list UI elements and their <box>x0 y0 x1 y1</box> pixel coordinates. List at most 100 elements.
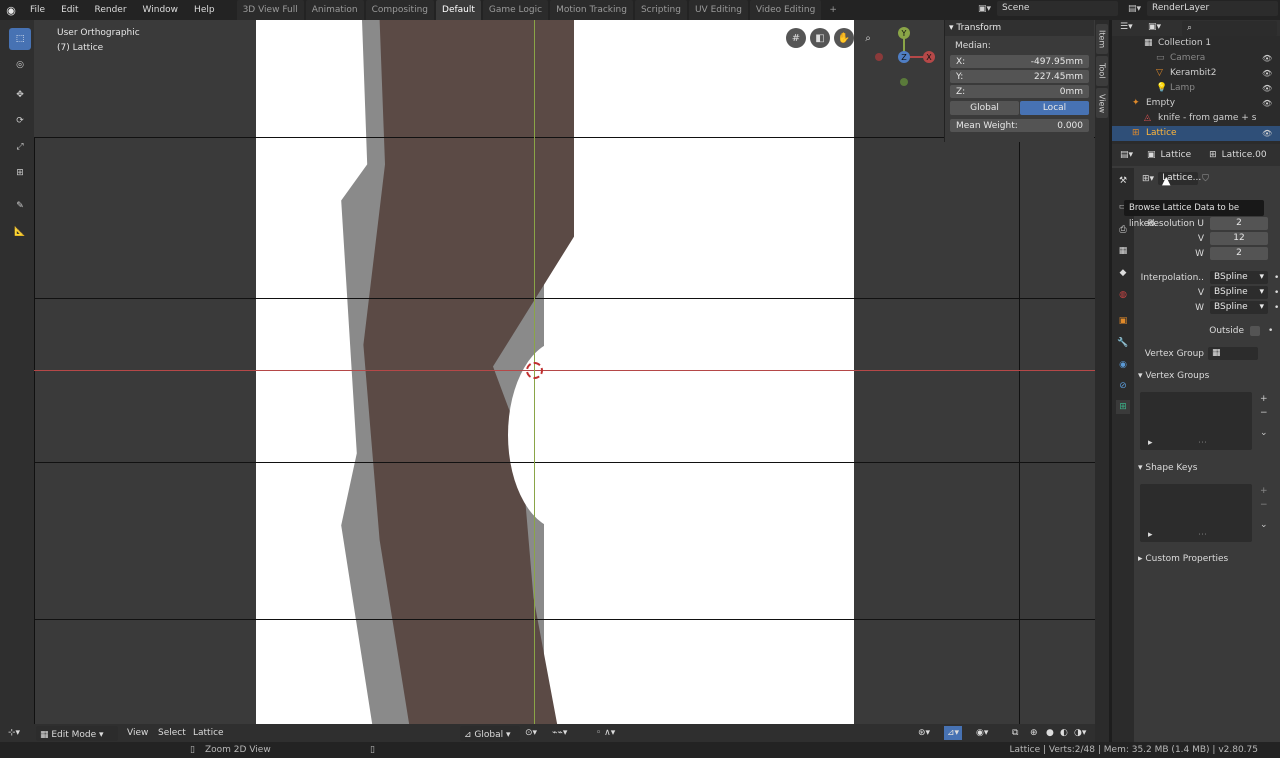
tab-item[interactable]: Item <box>1096 24 1108 54</box>
vertex-groups-list[interactable]: ▸ ⋯ <box>1140 392 1252 450</box>
menu-lattice[interactable]: Lattice <box>193 724 224 742</box>
data-name[interactable]: Lattice.00 <box>1222 150 1267 160</box>
menu-help[interactable]: Help <box>186 0 223 20</box>
outside-checkbox[interactable] <box>1250 325 1260 336</box>
vertex-groups-panel-header[interactable]: ▾ Vertex Groups <box>1138 367 1280 385</box>
shape-keys-list[interactable]: ▸ ⋯ <box>1140 484 1252 542</box>
navigation-gizmo[interactable]: Y X Z <box>872 26 942 90</box>
scene-name[interactable]: Scene <box>997 1 1118 16</box>
visibility-eye-icon[interactable]: 👁 <box>1262 96 1272 111</box>
visibility-eye-icon[interactable]: 👁 <box>1262 81 1272 96</box>
shading-material-icon[interactable]: ◐ <box>1060 724 1068 742</box>
interpolation-w-select[interactable]: BSpline ▾ <box>1210 301 1268 314</box>
outliner-row[interactable]: ◬ knife - from game + s <box>1112 111 1280 126</box>
tab-motion-tracking[interactable]: Motion Tracking <box>550 0 633 20</box>
add-vertex-group-button[interactable]: + <box>1260 392 1268 406</box>
interpolation-v-select[interactable]: BSpline ▾ <box>1210 286 1268 299</box>
editor-type-icon[interactable]: ⊹▾ <box>8 724 20 742</box>
outliner-row[interactable]: ✦ Empty 👁 <box>1112 96 1280 111</box>
lattice-line[interactable] <box>34 462 1095 463</box>
outliner-row[interactable]: ▦ Collection 1 <box>1112 36 1280 51</box>
tab-compositing[interactable]: Compositing <box>365 0 435 20</box>
shading-solid-icon[interactable]: ● <box>1046 724 1054 742</box>
add-shape-key-button[interactable]: + <box>1260 484 1268 498</box>
measure-icon[interactable]: 📐 <box>9 221 31 243</box>
lattice-line[interactable] <box>34 137 1095 138</box>
tab-video-editing[interactable]: Video Editing <box>749 0 822 20</box>
shape-keys-panel-header[interactable]: ▾ Shape Keys <box>1138 459 1280 477</box>
median-x-field[interactable]: X: -497.95mm <box>950 55 1089 68</box>
menu-view[interactable]: View <box>127 724 148 742</box>
scale-icon[interactable]: ⤢ <box>9 136 31 158</box>
overlay-icon[interactable]: ◉▾ <box>976 724 988 742</box>
world-tab-icon[interactable]: ◍ <box>1116 288 1130 302</box>
tab-game-logic[interactable]: Game Logic <box>482 0 549 20</box>
median-y-field[interactable]: Y: 227.45mm <box>950 70 1089 83</box>
keyframe-dot[interactable]: • <box>1274 288 1279 298</box>
interpolation-u-select[interactable]: BSpline ▾ <box>1210 271 1268 284</box>
output-tab-icon[interactable]: ⎙ <box>1116 223 1130 237</box>
object-tab-icon[interactable]: ▣ <box>1116 314 1130 328</box>
grid-icon[interactable]: # <box>786 28 806 48</box>
local-toggle[interactable]: Local <box>1020 101 1089 115</box>
render-layer-name[interactable]: RenderLayer <box>1147 1 1278 16</box>
tab-tool[interactable]: Tool <box>1096 56 1108 86</box>
display-mode-icon[interactable]: ☰▾ <box>1120 22 1133 32</box>
resolution-u-field[interactable]: 2 <box>1210 217 1268 230</box>
visibility-eye-icon[interactable]: 👁 <box>1262 51 1272 66</box>
3d-cursor-icon[interactable] <box>526 362 543 379</box>
visibility-eye-icon[interactable]: 👁 <box>1262 126 1272 141</box>
outliner-row[interactable]: 💡 Lamp 👁 <box>1112 81 1280 96</box>
outliner-row[interactable]: ▭ Camera 👁 <box>1112 51 1280 66</box>
vertex-group-specials-button[interactable]: ⌄ <box>1260 426 1268 440</box>
render-layer-selector[interactable]: ▤▾ RenderLayer <box>1128 1 1278 16</box>
add-workspace-button[interactable]: + <box>823 0 843 20</box>
pivot-icon[interactable]: ⊙▾ <box>525 724 537 742</box>
menu-select[interactable]: Select <box>158 724 186 742</box>
median-z-field[interactable]: Z: 0mm <box>950 85 1089 98</box>
outliner-search-input[interactable]: ⌕ <box>1182 21 1277 36</box>
keyframe-dot[interactable]: • <box>1274 273 1279 283</box>
gizmo-toggle-icon[interactable]: ⊿▾ <box>944 726 963 740</box>
tab-uv-editing[interactable]: UV Editing <box>688 0 748 20</box>
properties-editor-icon[interactable]: ▤▾ <box>1120 150 1133 160</box>
scene-tab-icon[interactable]: ◆ <box>1116 266 1130 280</box>
rotate-icon[interactable]: ⟳ <box>9 110 31 132</box>
transform-header[interactable]: ▾ Transform <box>945 20 1094 36</box>
shading-wire-icon[interactable]: ⊕ <box>1030 724 1038 742</box>
proportional-edit-icon[interactable]: ◦ ∧▾ <box>596 724 615 742</box>
hand-icon[interactable]: ✋ <box>834 28 854 48</box>
outliner-row[interactable]: ⊞ Lattice 👁 <box>1112 126 1280 141</box>
constraint-tab-icon[interactable]: ⊘ <box>1116 379 1130 393</box>
remove-shape-key-button[interactable]: − <box>1260 498 1268 512</box>
blender-logo-icon[interactable]: ◉ <box>0 0 22 20</box>
view-layer-tab-icon[interactable]: ▦ <box>1116 244 1130 258</box>
scene-selector[interactable]: ▣▾ Scene <box>978 1 1118 16</box>
object-name[interactable]: Lattice <box>1161 150 1192 160</box>
tab-default[interactable]: Default <box>436 0 481 20</box>
custom-properties-panel-header[interactable]: ▸ Custom Properties <box>1138 550 1280 568</box>
tab-3d-view-full[interactable]: 3D View Full <box>236 0 304 20</box>
tab-scripting[interactable]: Scripting <box>634 0 687 20</box>
menu-file[interactable]: File <box>22 0 53 20</box>
shading-render-icon[interactable]: ◑▾ <box>1074 724 1086 742</box>
visibility-icon[interactable]: ⊛▾ <box>918 724 930 742</box>
lattice-line[interactable] <box>34 619 1095 620</box>
camera-icon[interactable]: ◧ <box>810 28 830 48</box>
lattice-line[interactable] <box>34 298 1095 299</box>
orientation-selector[interactable]: ⊿ Global ▾ <box>460 726 520 741</box>
tab-animation[interactable]: Animation <box>305 0 364 20</box>
tab-view[interactable]: View <box>1096 88 1108 118</box>
xray-icon[interactable]: ⧉ <box>1012 724 1018 742</box>
tool-tab-icon[interactable]: ⚒ <box>1116 174 1130 188</box>
keyframe-dot[interactable]: • <box>1268 326 1273 336</box>
cursor-icon[interactable]: ◎ <box>9 54 31 76</box>
outliner-row[interactable]: ▽ Kerambit2 👁 <box>1112 66 1280 81</box>
fake-user-icon[interactable]: ⛉ <box>1202 174 1209 184</box>
resolution-w-field[interactable]: 2 <box>1210 247 1268 260</box>
transform-icon[interactable]: ⊞ <box>9 162 31 184</box>
filter-icon[interactable]: ▣▾ <box>1148 22 1161 32</box>
modifier-tab-icon[interactable]: 🔧 <box>1116 336 1130 350</box>
remove-vertex-group-button[interactable]: − <box>1260 406 1268 420</box>
menu-window[interactable]: Window <box>135 0 187 20</box>
